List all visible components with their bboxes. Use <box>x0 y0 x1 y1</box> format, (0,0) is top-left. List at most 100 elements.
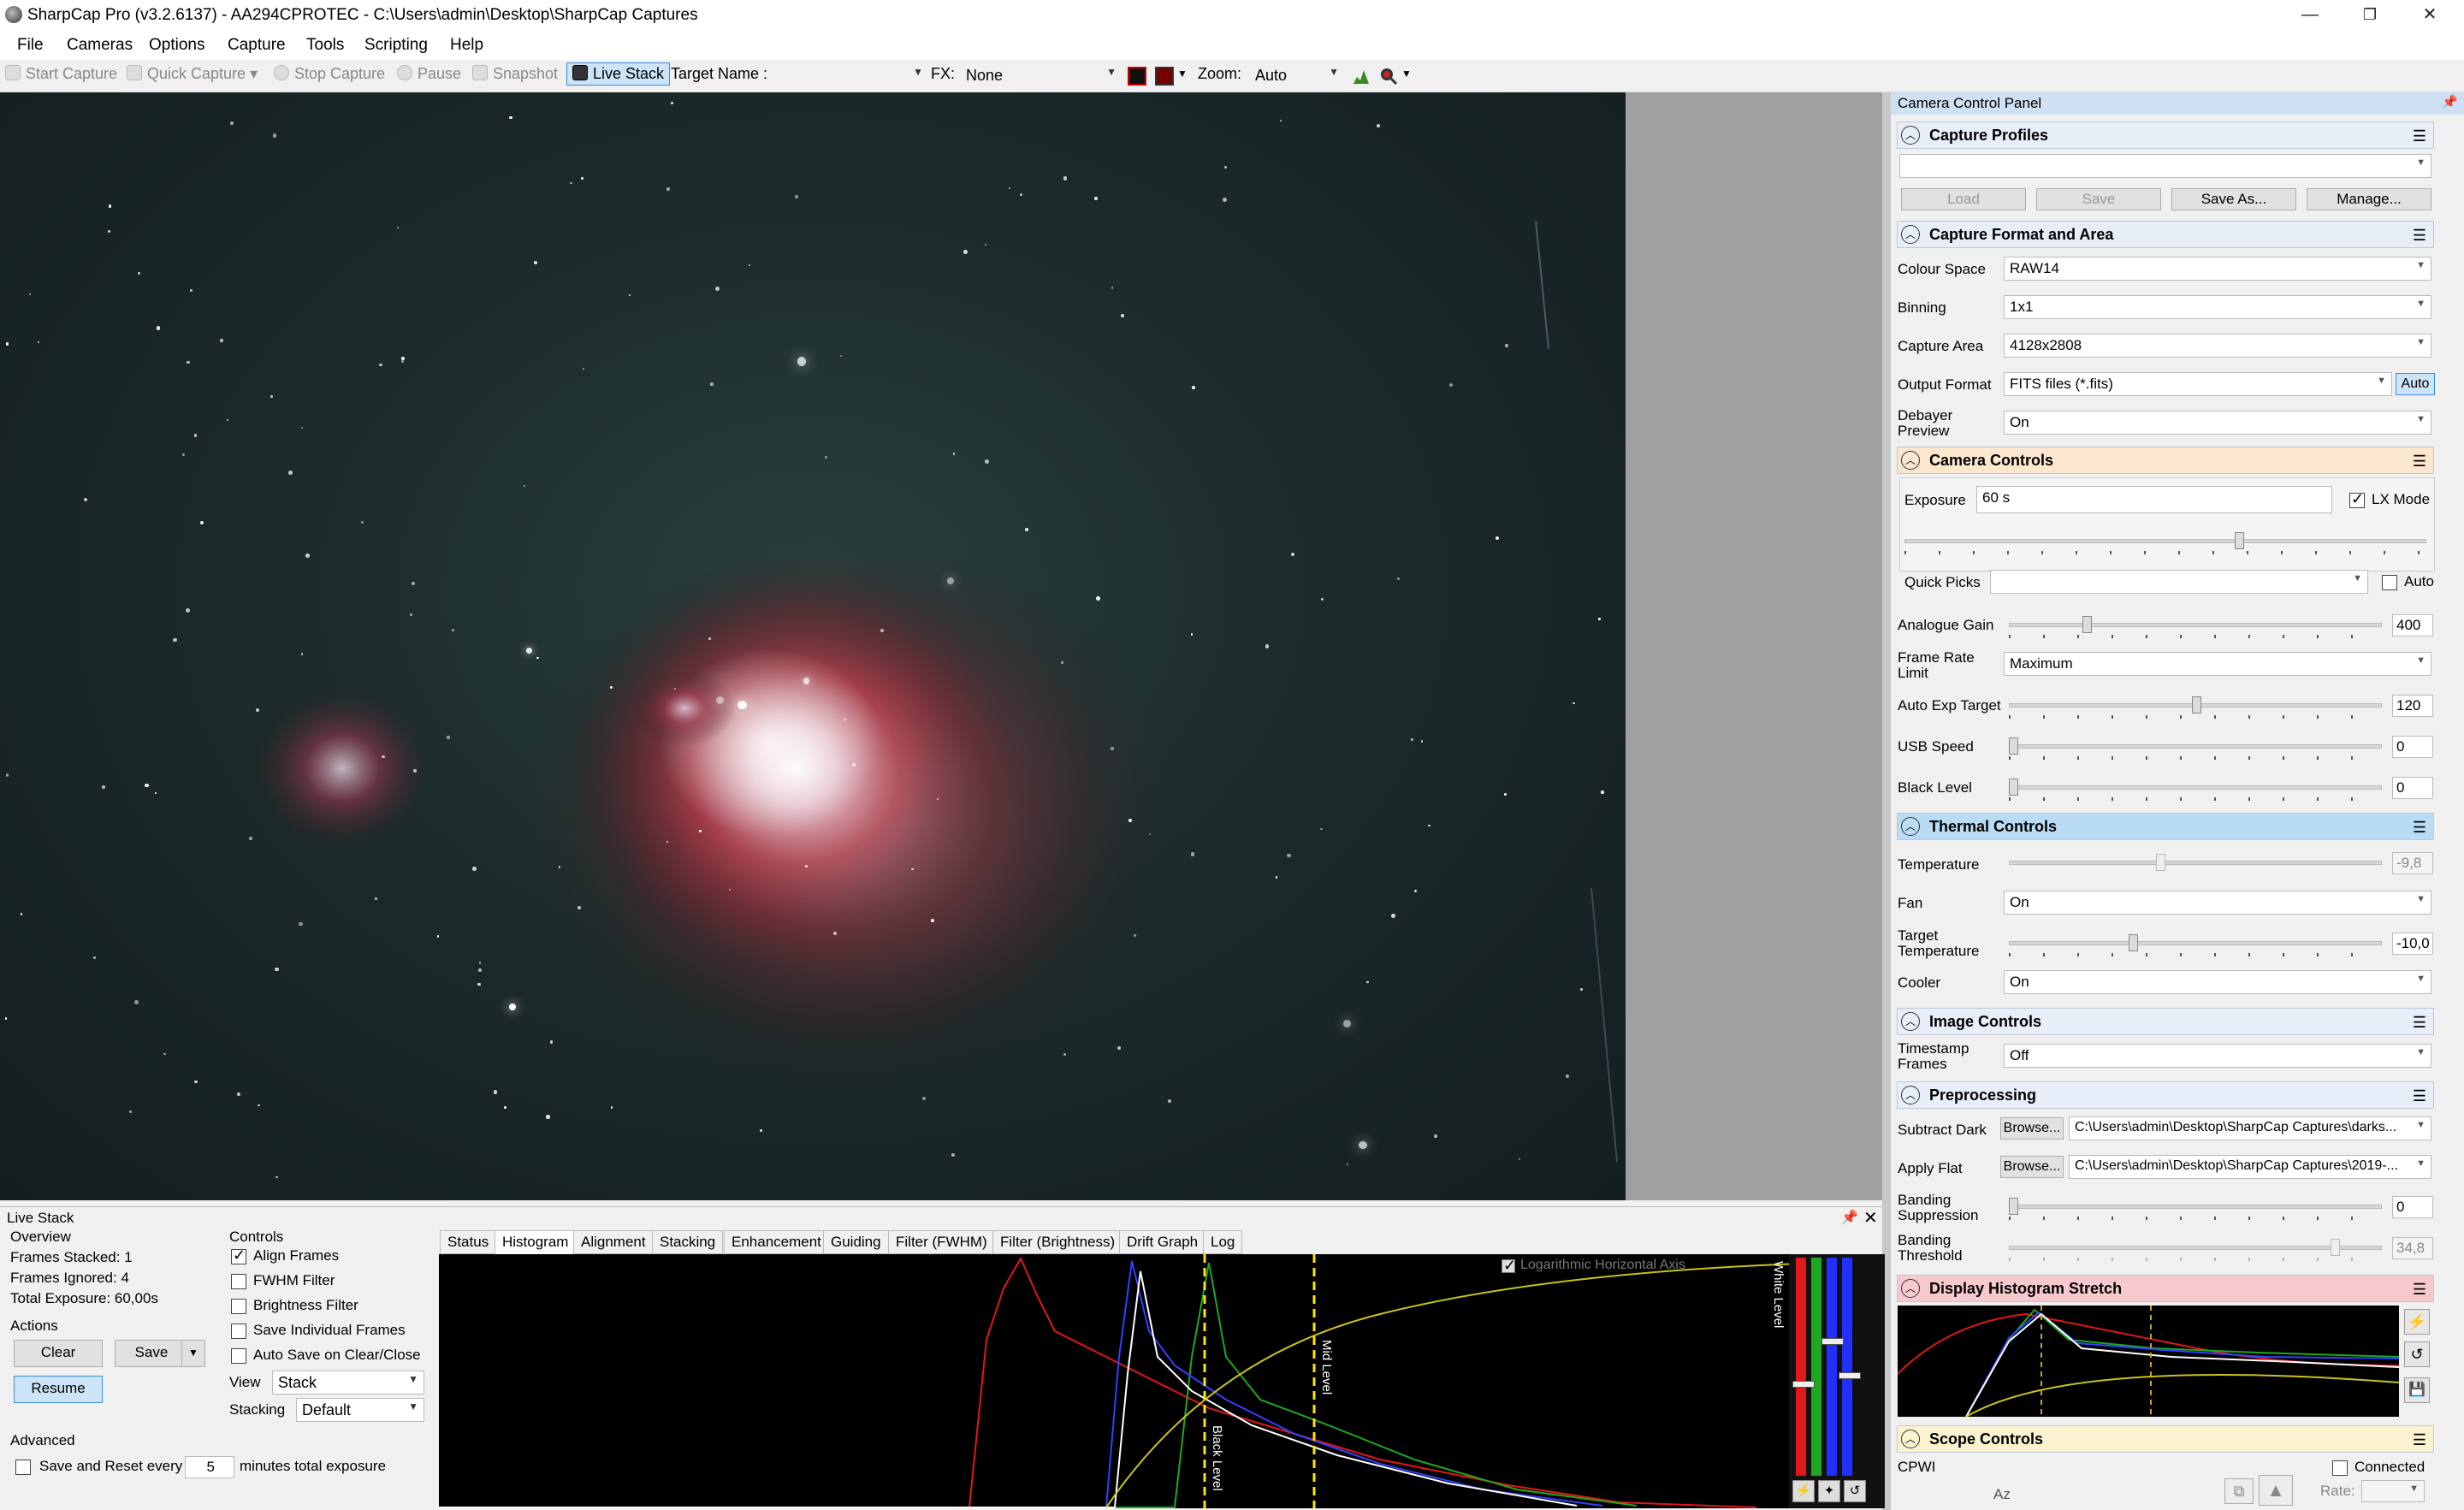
tab-alignment[interactable]: Alignment <box>573 1230 654 1254</box>
menu-icon[interactable]: ☰ <box>2413 1087 2426 1105</box>
tab-drift-graph[interactable]: Drift Graph <box>1119 1230 1206 1254</box>
tab-stacking[interactable]: Stacking <box>652 1230 724 1254</box>
arrow-up-icon[interactable]: ▲ <box>2259 1475 2293 1506</box>
usb-speed-value[interactable]: 0 <box>2392 736 2433 758</box>
auto-save-checkbox[interactable] <box>231 1348 246 1364</box>
tab-guiding[interactable]: Guiding <box>823 1230 889 1254</box>
start-capture-button[interactable]: Start Capture <box>5 65 117 83</box>
black-level-value[interactable]: 0 <box>2392 777 2433 799</box>
menu-icon[interactable]: ☰ <box>2413 819 2426 837</box>
timestamp-frames-combo[interactable]: Off ▼ <box>2004 1044 2431 1068</box>
target-temperature-value[interactable]: -10,0 <box>2392 933 2433 955</box>
lx-mode-checkbox[interactable] <box>2349 490 2365 508</box>
collapse-icon[interactable]: ︿ <box>1901 1430 1920 1448</box>
browse-dark-button[interactable]: Browse... <box>2000 1117 2064 1140</box>
resume-button[interactable]: Resume <box>14 1376 103 1403</box>
menu-file[interactable]: File <box>17 36 44 55</box>
tab-filter-brightness[interactable]: Filter (Brightness) <box>992 1230 1123 1254</box>
reset-icon[interactable]: ↺ <box>1844 1480 1866 1502</box>
black-level-slider[interactable] <box>2009 779 2382 801</box>
connected-checkbox[interactable] <box>2332 1460 2348 1476</box>
collapse-icon[interactable]: ︿ <box>1901 1086 1920 1104</box>
display-histogram-graph[interactable] <box>1898 1306 2399 1417</box>
tab-histogram[interactable]: Histogram <box>495 1230 577 1254</box>
collapse-icon[interactable]: ︿ <box>1901 817 1920 836</box>
collapse-icon[interactable]: ︿ <box>1901 225 1920 244</box>
section-preprocessing[interactable]: ︿ Preprocessing ☰ <box>1897 1081 2434 1109</box>
star-icon[interactable]: ✦ <box>1818 1480 1840 1502</box>
debayer-combo[interactable]: On ▼ <box>2004 411 2431 435</box>
banding-suppression-slider[interactable] <box>2009 1198 2382 1220</box>
banding-suppression-value[interactable]: 0 <box>2392 1196 2433 1218</box>
auto-format-button[interactable]: Auto <box>2396 373 2435 395</box>
browse-flat-button[interactable]: Browse... <box>2000 1156 2064 1178</box>
menu-capture[interactable]: Capture <box>228 36 286 55</box>
close-button[interactable]: ✕ <box>2396 0 2464 31</box>
auto-exp-target-slider[interactable] <box>2009 696 2382 719</box>
target-temperature-slider[interactable] <box>2009 934 2382 956</box>
scope-center-icon[interactable]: ⧉ <box>2224 1478 2254 1504</box>
tab-filter-fwhm[interactable]: Filter (FWHM) <box>888 1230 995 1254</box>
subtract-dark-combo[interactable]: C:\Users\admin\Desktop\SharpCap Captures… <box>2069 1116 2431 1140</box>
section-capture-format[interactable]: ︿ Capture Format and Area ☰ <box>1897 221 2434 248</box>
reset-icon[interactable]: ↺ <box>2404 1341 2430 1367</box>
restore-button[interactable]: ❐ <box>2336 0 2404 31</box>
analogue-gain-slider[interactable] <box>2009 616 2382 638</box>
overlay-icon[interactable] <box>1155 67 1174 86</box>
chevron-down-icon[interactable]: ▼ <box>1177 68 1188 80</box>
pause-button[interactable]: Pause <box>397 65 461 83</box>
menu-help[interactable]: Help <box>450 36 483 55</box>
tab-status[interactable]: Status <box>440 1230 497 1254</box>
output-format-combo[interactable]: FITS files (*.fits) ▼ <box>2004 372 2392 396</box>
section-scope-controls[interactable]: ︿ Scope Controls ☰ <box>1897 1425 2434 1453</box>
menu-scripting[interactable]: Scripting <box>364 36 428 55</box>
menu-icon[interactable]: ☰ <box>2413 1431 2426 1449</box>
save-dropdown-button[interactable]: ▼ <box>181 1340 205 1367</box>
exposure-input[interactable]: 60 s <box>1976 486 2332 513</box>
menu-icon[interactable]: ☰ <box>2413 127 2426 145</box>
brightness-filter-checkbox[interactable] <box>231 1299 246 1314</box>
menu-cameras[interactable]: Cameras <box>67 36 133 55</box>
save-individual-checkbox[interactable] <box>231 1323 246 1339</box>
menu-icon[interactable]: ☰ <box>2413 1281 2426 1299</box>
pin-icon[interactable]: 📌 <box>2442 94 2458 110</box>
tab-enhancement[interactable]: Enhancement <box>724 1230 829 1254</box>
usb-speed-slider[interactable] <box>2009 737 2382 760</box>
menu-icon[interactable]: ☰ <box>2413 1014 2426 1032</box>
binning-combo[interactable]: 1x1 ▼ <box>2004 295 2431 319</box>
chevron-down-icon[interactable]: ▼ <box>1401 68 1412 80</box>
rate-combo[interactable]: ▼ <box>2361 1480 2425 1502</box>
reticle-icon[interactable] <box>1128 67 1146 86</box>
zoom-combo[interactable]: Auto ▼ <box>1249 63 1345 87</box>
auto-exp-target-value[interactable]: 120 <box>2392 695 2433 717</box>
menu-tools[interactable]: Tools <box>306 36 344 55</box>
analogue-gain-value[interactable]: 400 <box>2392 614 2433 637</box>
manage-profiles-button[interactable]: Manage... <box>2307 188 2431 210</box>
target-name-combo[interactable]: ▼ <box>770 63 929 87</box>
stop-capture-button[interactable]: Stop Capture <box>274 65 385 83</box>
close-icon[interactable]: ✕ <box>1863 1207 1878 1229</box>
capture-area-combo[interactable]: 4128x2808 ▼ <box>2004 334 2431 358</box>
fwhm-filter-checkbox[interactable] <box>231 1274 246 1289</box>
pin-icon[interactable]: 📌 <box>1841 1209 1858 1226</box>
fx-combo[interactable]: None ▼ <box>960 63 1122 87</box>
snapshot-button[interactable]: Snapshot <box>472 65 558 83</box>
save-reset-checkbox[interactable] <box>15 1460 31 1475</box>
view-combo[interactable]: Stack ▼ <box>272 1371 424 1395</box>
fan-combo[interactable]: On ▼ <box>2004 891 2431 915</box>
camera-image-view[interactable] <box>0 92 1626 1200</box>
tab-log[interactable]: Log <box>1203 1230 1243 1254</box>
quick-capture-button[interactable]: Quick Capture ▾ <box>127 65 258 83</box>
align-frames-checkbox[interactable] <box>231 1246 246 1264</box>
save-reset-stepper[interactable]: 5 <box>185 1456 234 1478</box>
live-stack-button[interactable]: Live Stack <box>566 62 671 86</box>
auto-stretch-icon[interactable]: ⚡ <box>1792 1480 1815 1502</box>
clear-button[interactable]: Clear <box>14 1340 103 1367</box>
section-capture-profiles[interactable]: ︿ Capture Profiles ☰ <box>1897 121 2434 149</box>
colour-space-combo[interactable]: RAW14 ▼ <box>2004 257 2431 281</box>
save-icon[interactable]: 💾 <box>2404 1377 2430 1403</box>
quick-picks-combo[interactable]: ▼ <box>1990 570 2368 594</box>
save-button[interactable]: Save <box>115 1340 188 1367</box>
auto-exposure-checkbox[interactable] <box>2382 575 2397 590</box>
section-display-histogram[interactable]: ︿ Display Histogram Stretch ☰ <box>1897 1275 2434 1302</box>
